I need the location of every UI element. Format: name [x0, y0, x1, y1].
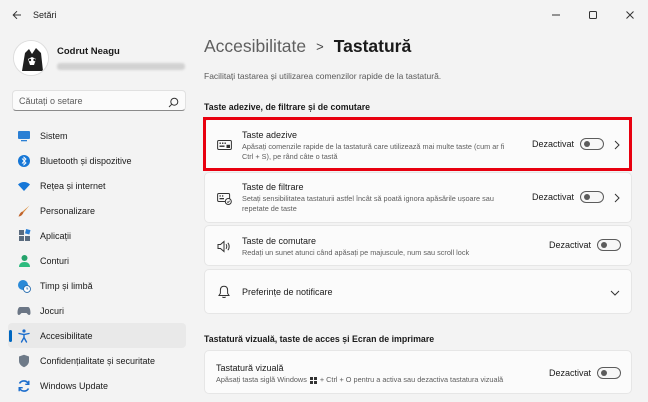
person-icon [17, 254, 31, 268]
page-title: Tastatură [333, 36, 412, 56]
toggle-keys-toggle[interactable] [597, 239, 621, 251]
monitor-icon [17, 129, 31, 143]
minimize-button[interactable] [537, 0, 574, 30]
search-input[interactable] [19, 95, 164, 106]
onscreen-keyboard-status: Dezactivat [549, 368, 592, 378]
sidebar-item-sistem[interactable]: Sistem [8, 123, 186, 148]
sidebar-item-label: Jocuri [40, 305, 65, 316]
chevron-down-icon[interactable] [610, 288, 620, 298]
shield-icon [17, 354, 31, 368]
maximize-icon [588, 11, 597, 19]
section-title-sticky-filter-toggle: Taste adezive, de filtrare și de comutar… [204, 102, 371, 112]
windows-logo-icon [309, 376, 317, 384]
sidebar-item-privacy-security[interactable]: Confidențialitate și securitate [8, 348, 186, 373]
filter-keys-toggle[interactable] [580, 191, 604, 203]
sidebar-item-apps[interactable]: Aplicații [8, 223, 186, 248]
accessibility-icon [17, 328, 31, 343]
sidebar-item-label: Conturi [40, 255, 70, 266]
breadcrumb-separator: > [316, 39, 324, 54]
sidebar-item-label: Rețea și internet [40, 180, 106, 191]
toggle-keys-card: Taste de comutare Redați un sunet atunci… [204, 225, 632, 266]
maximize-button[interactable] [574, 0, 611, 30]
bell-icon [216, 284, 232, 300]
chevron-right-icon[interactable] [612, 193, 622, 203]
back-button[interactable] [3, 0, 31, 30]
sidebar-item-label: Timp și limbă [40, 280, 93, 291]
onscreen-keyboard-title: Tastatură vizuală [216, 363, 284, 373]
sidebar-item-label: Accesibilitate [40, 330, 93, 341]
notification-preferences-title: Preferințe de notificare [242, 287, 333, 297]
filter-keys-card[interactable]: Taste de filtrare Setați sensibilitatea … [204, 172, 632, 223]
avatar-image [14, 41, 48, 75]
back-arrow-icon [12, 10, 21, 20]
window-title: Setări [33, 10, 57, 20]
onscreen-keyboard-desc-part2: + Ctrl + O pentru a activa sau dezactiva… [319, 375, 504, 384]
notification-preferences-card[interactable]: Preferințe de notificare [204, 269, 632, 314]
sidebar-item-label: Aplicații [40, 230, 72, 241]
filter-keys-title: Taste de filtrare [242, 182, 304, 192]
user-email-blurred [57, 63, 185, 70]
sidebar-item-gaming[interactable]: Jocuri [8, 298, 186, 323]
user-profile[interactable]: Codrut Neagu [13, 40, 185, 76]
onscreen-keyboard-desc-part1: Apăsați tasta siglă Windows [216, 375, 307, 384]
search-box[interactable] [12, 90, 186, 111]
apps-icon [17, 229, 31, 243]
globe-clock-icon [17, 279, 31, 293]
toggle-keys-title: Taste de comutare [242, 236, 317, 246]
onscreen-keyboard-description: Apăsați tasta siglă Windows + Ctrl + O p… [216, 375, 546, 385]
sidebar-item-label: Personalizare [40, 205, 96, 216]
breadcrumb-parent-link[interactable]: Accesibilitate [204, 36, 306, 57]
title-bar: Setări [0, 0, 648, 30]
sidebar-nav: Sistem Bluetooth și dispozitive Rețea și… [8, 123, 186, 398]
avatar [13, 40, 49, 76]
sidebar-item-label: Sistem [40, 130, 68, 141]
sidebar-item-windows-update[interactable]: Windows Update [8, 373, 186, 398]
filter-keys-icon [216, 190, 232, 206]
sidebar-item-label: Confidențialitate și securitate [40, 355, 156, 366]
onscreen-keyboard-toggle[interactable] [597, 367, 621, 379]
filter-keys-status: Dezactivat [532, 192, 575, 202]
user-name: Codrut Neagu [57, 46, 120, 57]
search-icon[interactable] [168, 95, 179, 113]
filter-keys-description-line2: repetate de taste [242, 204, 297, 213]
gamepad-icon [17, 304, 31, 318]
toggle-keys-status: Dezactivat [549, 240, 592, 250]
minimize-icon [551, 14, 560, 16]
wifi-icon [17, 179, 31, 193]
onscreen-keyboard-card: Tastatură vizuală Apăsați tasta siglă Wi… [204, 350, 632, 394]
sidebar-item-label: Bluetooth și dispozitive [40, 155, 132, 166]
sidebar-item-bluetooth[interactable]: Bluetooth și dispozitive [8, 148, 186, 173]
sidebar-item-accounts[interactable]: Conturi [8, 248, 186, 273]
sidebar-item-label: Windows Update [40, 380, 109, 391]
speaker-icon [216, 238, 232, 254]
close-icon [625, 11, 634, 19]
page-description: Facilitați tastarea și utilizarea comenz… [204, 71, 442, 81]
sidebar-item-network[interactable]: Rețea și internet [8, 173, 186, 198]
breadcrumb: Accesibilitate > Tastatură [204, 36, 411, 57]
update-icon [17, 379, 31, 393]
highlight-box [203, 117, 632, 171]
close-button[interactable] [611, 0, 648, 30]
toggle-keys-description: Redați un sunet atunci când apăsați pe m… [242, 248, 470, 257]
sidebar-item-accessibility[interactable]: Accesibilitate [8, 323, 186, 348]
bluetooth-icon [17, 154, 31, 168]
section-title-visual-keyboard: Tastatură vizuală, taste de acces și Ecr… [204, 334, 435, 344]
sidebar-item-personalization[interactable]: Personalizare [8, 198, 186, 223]
filter-keys-description-line1: Setați sensibilitatea tastaturii astfel … [242, 194, 494, 203]
sidebar-item-time-language[interactable]: Timp și limbă [8, 273, 186, 298]
brush-icon [17, 204, 31, 218]
